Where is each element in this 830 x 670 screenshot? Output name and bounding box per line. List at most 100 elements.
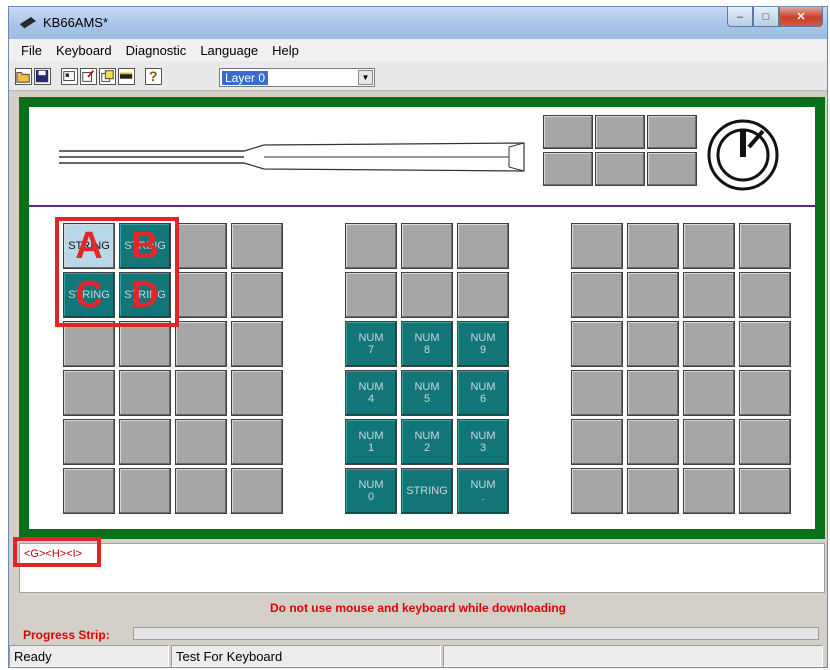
middle-key[interactable]: NUM 9 [457, 321, 509, 367]
right-key[interactable] [739, 321, 791, 367]
close-button[interactable]: ✕ [779, 7, 823, 27]
key-label: STRING [406, 485, 448, 497]
middle-key[interactable] [401, 223, 453, 269]
menu-diagnostic[interactable]: Diagnostic [126, 43, 187, 58]
left-key[interactable]: STRING D [119, 272, 171, 318]
left-key[interactable] [119, 468, 171, 514]
top-key[interactable] [647, 152, 697, 186]
left-key[interactable] [231, 370, 283, 416]
key-label [232, 469, 282, 513]
left-key[interactable] [175, 272, 227, 318]
right-key[interactable] [627, 419, 679, 465]
right-key[interactable] [571, 321, 623, 367]
right-key[interactable] [739, 223, 791, 269]
key-label: STRING [68, 240, 110, 252]
left-key[interactable] [119, 419, 171, 465]
menu-file[interactable]: File [21, 43, 42, 58]
right-key[interactable] [571, 419, 623, 465]
left-key[interactable] [119, 370, 171, 416]
right-key[interactable] [571, 370, 623, 416]
top-key[interactable] [647, 115, 697, 149]
middle-key[interactable] [345, 272, 397, 318]
maximize-button[interactable]: □ [753, 7, 779, 27]
right-key[interactable] [739, 272, 791, 318]
middle-key[interactable]: NUM . [457, 468, 509, 514]
left-key[interactable]: STRING A [63, 223, 115, 269]
left-key[interactable] [63, 419, 115, 465]
key-label [232, 371, 282, 415]
right-key[interactable] [683, 370, 735, 416]
left-key[interactable] [231, 223, 283, 269]
help-icon[interactable]: ? [145, 68, 162, 85]
middle-key[interactable] [401, 272, 453, 318]
right-key[interactable] [683, 419, 735, 465]
right-key[interactable] [571, 468, 623, 514]
minimize-button[interactable]: – [727, 7, 753, 27]
right-key[interactable] [627, 321, 679, 367]
right-key[interactable] [683, 272, 735, 318]
right-key[interactable] [571, 272, 623, 318]
left-key[interactable] [63, 321, 115, 367]
middle-key[interactable]: NUM 3 [457, 419, 509, 465]
middle-key[interactable]: NUM 5 [401, 370, 453, 416]
middle-key[interactable]: NUM 6 [457, 370, 509, 416]
chevron-down-icon[interactable]: ▼ [358, 70, 373, 85]
save-icon[interactable] [34, 68, 51, 85]
layer-select[interactable]: Layer 0 ▼ [219, 68, 375, 87]
menu-help[interactable]: Help [272, 43, 299, 58]
edit-icon[interactable] [80, 68, 97, 85]
right-key[interactable] [683, 468, 735, 514]
middle-key[interactable] [345, 223, 397, 269]
right-key[interactable] [627, 223, 679, 269]
menu-keyboard[interactable]: Keyboard [56, 43, 112, 58]
left-key[interactable] [175, 321, 227, 367]
left-key[interactable] [231, 468, 283, 514]
left-key[interactable] [119, 321, 171, 367]
middle-key[interactable] [457, 223, 509, 269]
copy-icon[interactable] [99, 68, 116, 85]
left-key[interactable] [175, 468, 227, 514]
left-key[interactable] [231, 419, 283, 465]
right-key[interactable] [627, 468, 679, 514]
right-key[interactable] [739, 370, 791, 416]
left-key[interactable]: STRING C [63, 272, 115, 318]
key-label [64, 322, 114, 366]
middle-key[interactable]: NUM 2 [401, 419, 453, 465]
left-key[interactable] [63, 468, 115, 514]
left-key[interactable]: STRING B [119, 223, 171, 269]
right-key[interactable] [571, 223, 623, 269]
middle-key[interactable]: NUM 0 [345, 468, 397, 514]
middle-key[interactable]: NUM 4 [345, 370, 397, 416]
top-key[interactable] [543, 115, 593, 149]
middle-key[interactable] [457, 272, 509, 318]
menu-language[interactable]: Language [200, 43, 258, 58]
layout-icon[interactable] [61, 68, 78, 85]
left-key[interactable] [231, 321, 283, 367]
status-extra [443, 645, 823, 667]
title-bar[interactable]: KB66AMS* – □ ✕ [9, 7, 827, 39]
top-key[interactable] [595, 152, 645, 186]
top-key[interactable] [595, 115, 645, 149]
right-key[interactable] [627, 272, 679, 318]
open-icon[interactable] [15, 68, 32, 85]
middle-key[interactable]: STRING [401, 468, 453, 514]
key-label: NUM 3 [470, 430, 496, 454]
left-key[interactable] [175, 370, 227, 416]
left-key[interactable] [231, 272, 283, 318]
top-key[interactable] [543, 152, 593, 186]
middle-key[interactable]: NUM 7 [345, 321, 397, 367]
left-key[interactable] [175, 419, 227, 465]
right-key[interactable] [627, 370, 679, 416]
output-panel[interactable]: <G><H><I> [19, 543, 825, 593]
left-key[interactable] [63, 370, 115, 416]
right-key[interactable] [739, 419, 791, 465]
right-key[interactable] [683, 223, 735, 269]
right-key[interactable] [683, 321, 735, 367]
status-message: Test For Keyboard [171, 645, 441, 667]
key-label [232, 224, 282, 268]
left-key[interactable] [175, 223, 227, 269]
middle-key[interactable]: NUM 8 [401, 321, 453, 367]
right-key[interactable] [739, 468, 791, 514]
middle-key[interactable]: NUM 1 [345, 419, 397, 465]
fill-icon[interactable] [118, 68, 135, 85]
